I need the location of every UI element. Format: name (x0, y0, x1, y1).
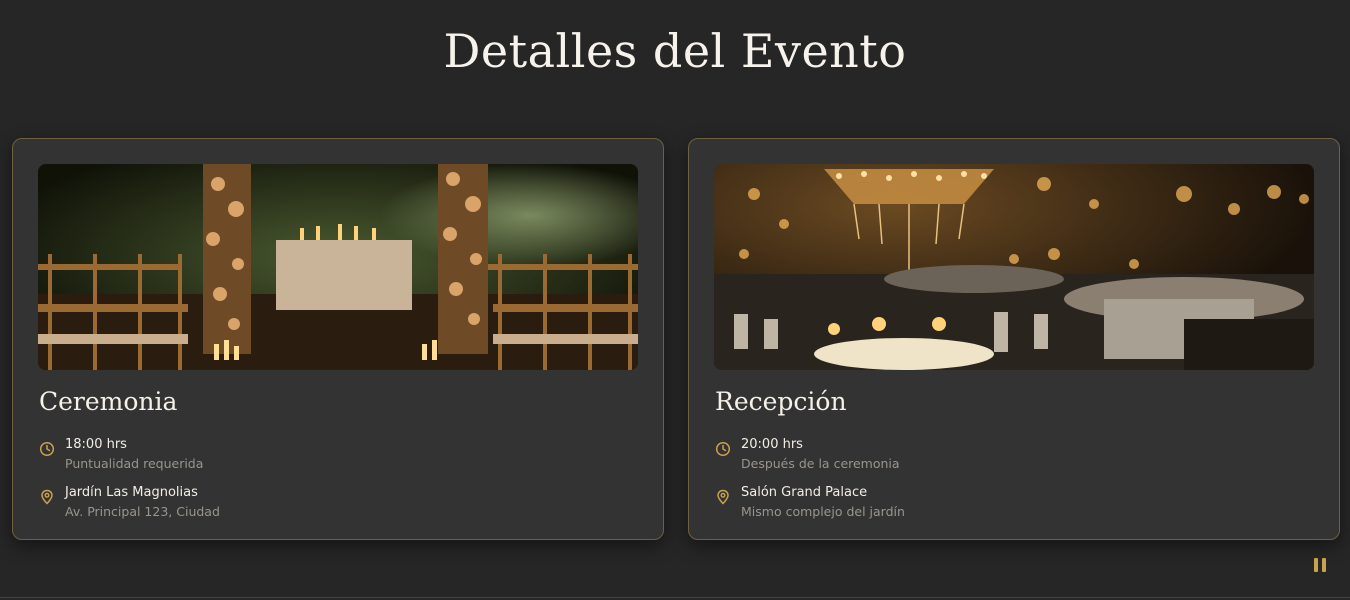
page-title: Detalles del Evento (443, 24, 907, 78)
reception-time-note: Después de la ceremonia (741, 456, 900, 471)
ceremony-title: Ceremonia (39, 387, 178, 416)
ceremony-location-name: Jardín Las Magnolias (65, 485, 198, 500)
clock-icon (715, 441, 731, 457)
bottom-divider (0, 597, 1350, 598)
map-pin-icon (717, 489, 729, 505)
reception-location-address: Mismo complejo del jardín (741, 504, 905, 519)
reception-time-value: 20:00 hrs (741, 437, 803, 452)
pause-icon-bar (1322, 558, 1326, 572)
clock-icon (39, 441, 55, 457)
pause-icon (1314, 558, 1318, 572)
ceremony-time-value: 18:00 hrs (65, 437, 127, 452)
ceremony-image (38, 164, 638, 370)
pause-button[interactable] (1312, 556, 1328, 574)
reception-title: Recepción (715, 387, 847, 416)
reception-image (714, 164, 1314, 370)
map-pin-icon (41, 489, 53, 505)
ceremony-card: Ceremonia 18:00 hrs Puntualidad requerid… (12, 138, 664, 540)
reception-card: Recepción 20:00 hrs Después de la ceremo… (688, 138, 1340, 540)
ceremony-location-address: Av. Principal 123, Ciudad (65, 504, 220, 519)
ceremony-time-note: Puntualidad requerida (65, 456, 204, 471)
reception-location-name: Salón Grand Palace (741, 485, 868, 500)
